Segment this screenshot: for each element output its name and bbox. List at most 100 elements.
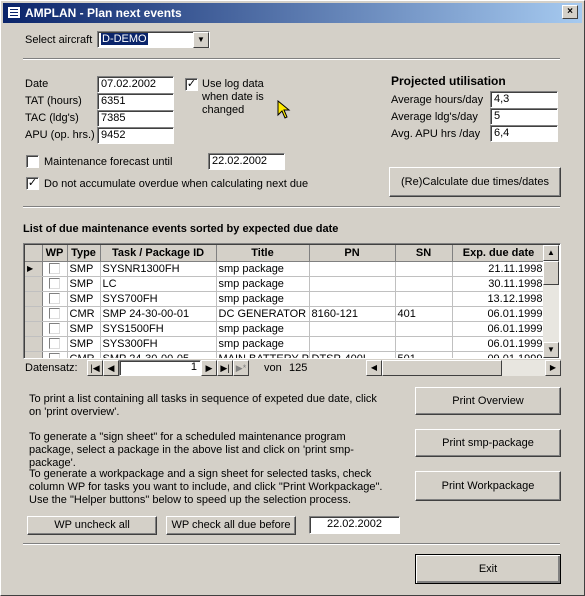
wp-checkbox[interactable] — [49, 308, 60, 320]
due-date-cell[interactable]: 06.01.1999 — [452, 321, 546, 337]
table-row[interactable]: ▶ SMP SYSNR1300FH smp package 21.11.1998 — [25, 261, 546, 277]
sn-cell[interactable] — [395, 336, 453, 352]
scroll-right-icon[interactable]: ▶ — [545, 360, 561, 376]
sn-cell[interactable]: 401 — [395, 306, 453, 322]
sn-cell[interactable] — [395, 276, 453, 292]
exit-button[interactable]: Exit — [415, 554, 561, 584]
type-cell[interactable]: SMP — [67, 321, 101, 337]
date-field[interactable]: 07.02.2002 — [97, 76, 174, 93]
row-selector[interactable] — [25, 321, 43, 337]
row-selector[interactable] — [25, 291, 43, 307]
title-cell[interactable]: smp package — [216, 321, 310, 337]
wp-checkbox[interactable] — [49, 338, 60, 350]
type-cell[interactable]: CMR — [67, 351, 101, 358]
scroll-thumb[interactable] — [543, 261, 559, 285]
row-selector[interactable] — [25, 276, 43, 292]
scroll-up-icon[interactable]: ▲ — [543, 245, 559, 261]
title-cell[interactable]: MAIN BATTERY P — [216, 351, 310, 358]
dropdown-arrow-icon[interactable]: ▼ — [193, 32, 209, 48]
title-cell[interactable]: smp package — [216, 336, 310, 352]
recalculate-button[interactable]: (Re)Calculate due times/dates — [389, 167, 561, 197]
avg-ldg-field[interactable]: 5 — [490, 108, 558, 125]
task-cell[interactable]: SYS700FH — [100, 291, 217, 307]
due-date-cell[interactable]: 13.12.1998 — [452, 291, 546, 307]
column-header-sn[interactable]: SN — [395, 245, 453, 262]
tac-field[interactable]: 7385 — [97, 110, 174, 127]
new-record-icon[interactable]: ▶* — [233, 360, 249, 376]
type-cell[interactable]: SMP — [67, 276, 101, 292]
current-record-icon[interactable]: ▶ — [25, 261, 43, 277]
wp-uncheck-all-button[interactable]: WP uncheck all — [27, 516, 157, 535]
wp-check-all-due-button[interactable]: WP check all due before — [166, 516, 296, 535]
print-overview-button[interactable]: Print Overview — [415, 387, 561, 415]
title-cell[interactable]: smp package — [216, 291, 310, 307]
previous-record-icon[interactable]: ◀ — [103, 360, 119, 376]
forecast-date-field[interactable]: 22.02.2002 — [208, 153, 285, 170]
no-accumulate-checkbox[interactable]: ✓ — [26, 177, 39, 190]
sn-cell[interactable] — [395, 291, 453, 307]
table-row[interactable]: SMP SYS1500FH smp package 06.01.1999 — [25, 321, 546, 337]
due-date-cell[interactable]: 30.11.1998 — [452, 276, 546, 292]
avg-apu-field[interactable]: 6,4 — [490, 125, 558, 142]
column-header-task[interactable]: Task / Package ID — [100, 245, 217, 262]
apu-field[interactable]: 9452 — [97, 127, 174, 144]
use-log-checkbox[interactable]: ✓ — [185, 78, 198, 91]
scroll-left-icon[interactable]: ◀ — [366, 360, 382, 376]
row-selector[interactable] — [25, 336, 43, 352]
wp-checkbox[interactable] — [49, 263, 60, 275]
close-button[interactable]: × — [562, 5, 578, 19]
task-cell[interactable]: SYS300FH — [100, 336, 217, 352]
type-cell[interactable]: CMR — [67, 306, 101, 322]
wp-checkbox[interactable] — [49, 278, 60, 290]
wp-due-date-field[interactable]: 22.02.2002 — [309, 516, 400, 534]
pn-cell[interactable] — [309, 291, 396, 307]
next-record-icon[interactable]: ▶ — [201, 360, 217, 376]
wp-checkbox[interactable] — [49, 293, 60, 305]
task-cell[interactable]: LC — [100, 276, 217, 292]
wp-checkbox[interactable] — [49, 323, 60, 335]
task-cell[interactable]: SYS1500FH — [100, 321, 217, 337]
last-record-icon[interactable]: ▶| — [217, 360, 233, 376]
sn-cell[interactable] — [395, 261, 453, 277]
pn-cell[interactable] — [309, 261, 396, 277]
due-date-cell[interactable]: 21.11.1998 — [452, 261, 546, 277]
avg-hours-field[interactable]: 4,3 — [490, 91, 558, 108]
vertical-scrollbar[interactable]: ▲ ▼ — [543, 245, 559, 358]
sn-cell[interactable]: 501 — [395, 351, 453, 358]
column-header-pn[interactable]: PN — [309, 245, 396, 262]
column-header-title[interactable]: Title — [216, 245, 310, 262]
column-header-wp[interactable]: WP — [42, 245, 68, 262]
due-date-cell[interactable]: 06.01.1999 — [452, 336, 546, 352]
task-cell[interactable]: SYSNR1300FH — [100, 261, 217, 277]
type-cell[interactable]: SMP — [67, 261, 101, 277]
table-row[interactable]: CMR SMP 24-30-00-01 DC GENERATOR 8160-121 40… — [25, 306, 546, 322]
title-cell[interactable]: smp package — [216, 276, 310, 292]
pn-cell[interactable] — [309, 321, 396, 337]
due-date-cell[interactable]: 06.01.1999 — [452, 306, 546, 322]
table-row[interactable]: SMP SYS300FH smp package 06.01.1999 — [25, 336, 546, 352]
table-row[interactable]: CMR SMP 24-30-00-05 MAIN BATTERY P DTSP-400… — [25, 351, 546, 358]
table-row[interactable]: SMP SYS700FH smp package 13.12.1998 — [25, 291, 546, 307]
pn-cell[interactable] — [309, 336, 396, 352]
pn-cell[interactable]: 8160-121 — [309, 306, 396, 322]
sn-cell[interactable] — [395, 321, 453, 337]
column-header-due[interactable]: Exp. due date — [452, 245, 546, 262]
due-date-cell[interactable]: 09.01.1999 — [452, 351, 546, 358]
horizontal-scrollbar[interactable]: ◀ ▶ — [366, 360, 561, 376]
row-selector[interactable] — [25, 351, 43, 358]
task-cell[interactable]: SMP 24-30-00-05 — [100, 351, 217, 358]
title-cell[interactable]: smp package — [216, 261, 310, 277]
column-header-type[interactable]: Type — [67, 245, 101, 262]
pn-cell[interactable]: DTSP-400L — [309, 351, 396, 358]
first-record-icon[interactable]: |◀ — [87, 360, 103, 376]
record-number-field[interactable]: 1 — [119, 360, 201, 376]
tat-field[interactable]: 6351 — [97, 93, 174, 110]
type-cell[interactable]: SMP — [67, 336, 101, 352]
scroll-down-icon[interactable]: ▼ — [543, 342, 559, 358]
task-cell[interactable]: SMP 24-30-00-01 — [100, 306, 217, 322]
forecast-checkbox[interactable] — [26, 155, 39, 168]
row-selector[interactable] — [25, 306, 43, 322]
print-workpackage-button[interactable]: Print Workpackage — [415, 471, 561, 501]
title-cell[interactable]: DC GENERATOR — [216, 306, 310, 322]
pn-cell[interactable] — [309, 276, 396, 292]
